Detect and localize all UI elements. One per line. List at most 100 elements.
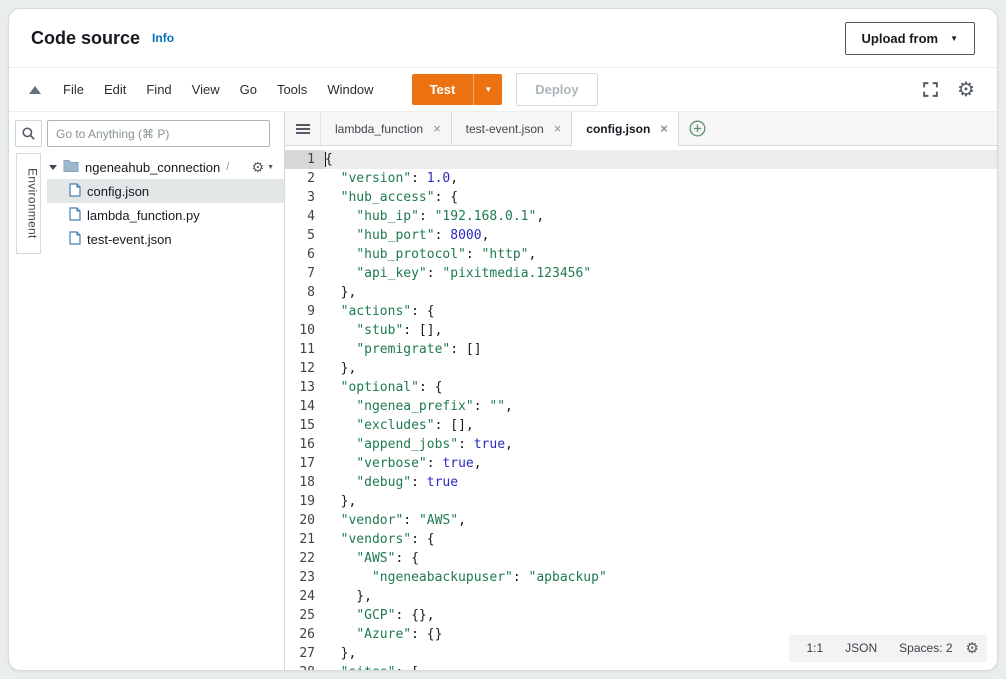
code-line[interactable]: "ngeneabackupuser": "apbackup" [325, 568, 997, 587]
tree-file-item[interactable]: lambda_function.py [47, 203, 284, 227]
menu-file[interactable]: File [53, 76, 94, 103]
code-line[interactable]: "optional": { [325, 378, 997, 397]
menu-find[interactable]: Find [136, 76, 181, 103]
code-line[interactable]: "verbose": true, [325, 454, 997, 473]
tree-file-item[interactable]: test-event.json [47, 227, 284, 251]
code-line[interactable]: "vendors": { [325, 530, 997, 549]
code-editor[interactable]: 1234567891011121314151617181920212223242… [285, 146, 997, 670]
line-number[interactable]: 14 [285, 397, 325, 416]
cursor-position[interactable]: 1:1 [797, 639, 832, 658]
line-number[interactable]: 22 [285, 549, 325, 568]
close-icon[interactable]: × [660, 122, 668, 135]
collapse-panel-icon[interactable] [29, 86, 41, 94]
close-icon[interactable]: × [433, 122, 441, 135]
line-number-gutter: 1234567891011121314151617181920212223242… [285, 146, 325, 670]
code-line[interactable]: "api_key": "pixitmedia.123456" [325, 264, 997, 283]
close-icon[interactable]: × [554, 122, 562, 135]
deploy-button[interactable]: Deploy [516, 73, 597, 106]
code-line[interactable]: "premigrate": [] [325, 340, 997, 359]
editor-tab[interactable]: lambda_function × [321, 112, 452, 145]
editor-tab[interactable]: test-event.json × [452, 112, 573, 145]
file-icon [69, 183, 81, 200]
test-split-button: Test ▼ [412, 74, 503, 105]
line-number[interactable]: 9 [285, 302, 325, 321]
line-number[interactable]: 8 [285, 283, 325, 302]
code-line[interactable]: "GCP": {}, [325, 606, 997, 625]
line-number[interactable]: 11 [285, 340, 325, 359]
tab-label: test-event.json [466, 122, 544, 136]
line-number[interactable]: 7 [285, 264, 325, 283]
test-dropdown-caret[interactable]: ▼ [473, 74, 502, 105]
line-number[interactable]: 27 [285, 644, 325, 663]
language-mode[interactable]: JSON [836, 639, 886, 658]
file-name: test-event.json [87, 232, 172, 247]
code-line[interactable]: }, [325, 587, 997, 606]
tree-folder-row[interactable]: ngeneahub_connection / ⚙ ▼ [47, 155, 284, 179]
search-icon[interactable] [15, 120, 42, 147]
code-line[interactable]: }, [325, 283, 997, 302]
line-number[interactable]: 19 [285, 492, 325, 511]
code-line[interactable]: "version": 1.0, [325, 169, 997, 188]
code-line[interactable]: "actions": { [325, 302, 997, 321]
code-line[interactable]: "hub_ip": "192.168.0.1", [325, 207, 997, 226]
code-line[interactable]: "append_jobs": true, [325, 435, 997, 454]
line-number[interactable]: 13 [285, 378, 325, 397]
go-to-anything-input[interactable] [47, 120, 270, 147]
indentation-setting[interactable]: Spaces: 2 [890, 639, 961, 658]
environment-tab[interactable]: Environment [16, 153, 41, 254]
file-name: lambda_function.py [87, 208, 200, 223]
code-line[interactable]: "hub_port": 8000, [325, 226, 997, 245]
line-number[interactable]: 6 [285, 245, 325, 264]
code-line[interactable]: "hub_access": { [325, 188, 997, 207]
folder-settings-button[interactable]: ⚙ ▼ [252, 160, 285, 174]
line-number[interactable]: 4 [285, 207, 325, 226]
line-number[interactable]: 23 [285, 568, 325, 587]
settings-gear-icon[interactable]: ⚙ [957, 80, 975, 100]
line-number[interactable]: 10 [285, 321, 325, 340]
code-content[interactable]: { "version": 1.0, "hub_access": { "hub_i… [325, 146, 997, 670]
code-line[interactable]: { [325, 150, 997, 169]
code-line[interactable]: "sites": [ [325, 663, 997, 670]
line-number[interactable]: 20 [285, 511, 325, 530]
line-number[interactable]: 12 [285, 359, 325, 378]
line-number[interactable]: 17 [285, 454, 325, 473]
line-number[interactable]: 18 [285, 473, 325, 492]
menu-view[interactable]: View [182, 76, 230, 103]
line-number[interactable]: 16 [285, 435, 325, 454]
line-number[interactable]: 24 [285, 587, 325, 606]
code-line[interactable]: "ngenea_prefix": "", [325, 397, 997, 416]
line-number[interactable]: 21 [285, 530, 325, 549]
code-line[interactable]: "excludes": [], [325, 416, 997, 435]
folder-expand-caret-icon[interactable] [49, 165, 57, 170]
line-number[interactable]: 5 [285, 226, 325, 245]
menu-edit[interactable]: Edit [94, 76, 136, 103]
menu-window[interactable]: Window [317, 76, 383, 103]
tab-list-icon[interactable] [285, 112, 321, 145]
tree-file-item[interactable]: config.json [47, 179, 284, 203]
new-tab-icon[interactable] [679, 112, 717, 145]
code-line[interactable]: "AWS": { [325, 549, 997, 568]
menu-tools[interactable]: Tools [267, 76, 317, 103]
line-number[interactable]: 3 [285, 188, 325, 207]
info-link[interactable]: Info [152, 31, 174, 45]
code-line[interactable]: }, [325, 492, 997, 511]
editor: lambda_function × test-event.json × conf… [284, 112, 997, 670]
editor-tab[interactable]: config.json × [572, 112, 679, 146]
code-line[interactable]: "vendor": "AWS", [325, 511, 997, 530]
fullscreen-icon[interactable] [922, 81, 939, 98]
upload-from-button[interactable]: Upload from ▼ [845, 22, 975, 55]
line-number[interactable]: 25 [285, 606, 325, 625]
line-number[interactable]: 28 [285, 663, 325, 670]
line-number[interactable]: 15 [285, 416, 325, 435]
menu-go[interactable]: Go [230, 76, 267, 103]
test-button[interactable]: Test [412, 74, 474, 105]
line-number[interactable]: 2 [285, 169, 325, 188]
line-number[interactable]: 26 [285, 625, 325, 644]
code-line[interactable]: "stub": [], [325, 321, 997, 340]
editor-settings-gear-icon[interactable]: ⚙ [966, 641, 979, 656]
line-number[interactable]: 1 [285, 150, 325, 169]
tab-label: config.json [586, 122, 650, 136]
code-line[interactable]: "hub_protocol": "http", [325, 245, 997, 264]
code-line[interactable]: "debug": true [325, 473, 997, 492]
code-line[interactable]: }, [325, 359, 997, 378]
